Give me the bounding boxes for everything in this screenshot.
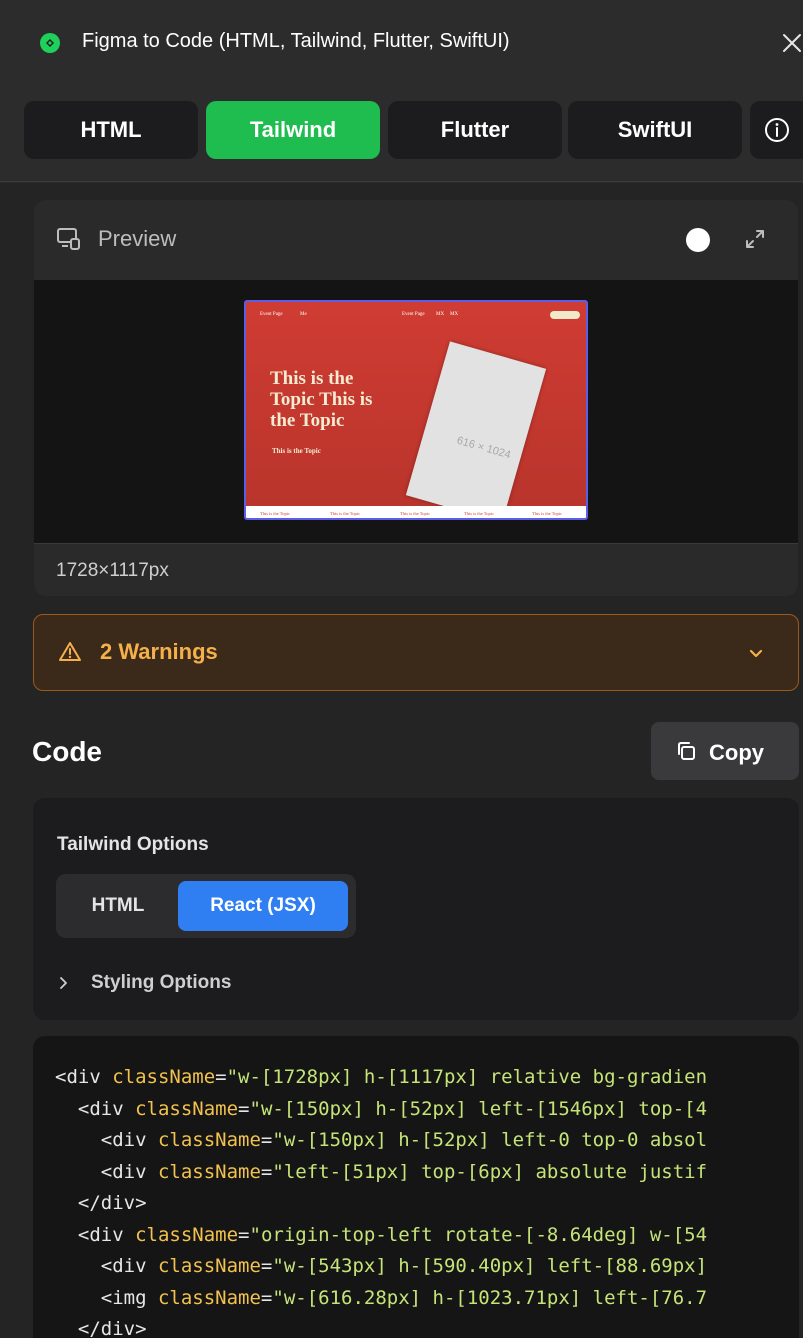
code-line: <div className="w-[150px] h-[52px] left-… (100, 1129, 708, 1151)
copy-icon (678, 742, 695, 760)
code-line: </div> (77, 1192, 147, 1214)
code-line: </div> (77, 1318, 147, 1338)
copy-button-label: Copy (709, 740, 764, 765)
preview-dimensions: 1728×1117px (56, 560, 169, 581)
figma-to-code-logo-icon (40, 33, 60, 53)
thumb-cta-pill (550, 311, 580, 319)
background-toggle[interactable] (686, 228, 710, 252)
thumb-heading: This is the Topic This is the Topic (270, 368, 373, 431)
info-icon (765, 118, 789, 142)
thumb-footer-link: This is the Topic (464, 511, 494, 516)
code-line: <img className="w-[616.28px] h-[1023.71p… (100, 1286, 708, 1309)
code-line: <div className="w-[1728px] h-[1117px] re… (55, 1066, 708, 1088)
tailwind-options-card: Tailwind Options HTML React (JSX) Stylin… (33, 798, 799, 1020)
preview-footer: 1728×1117px (34, 543, 798, 596)
warnings-label: 2 Warnings (100, 639, 218, 664)
code-line: <div className="w-[150px] h-[52px] left-… (77, 1097, 708, 1120)
tab-flutter[interactable]: Flutter (388, 101, 562, 159)
styling-options-toggle[interactable]: Styling Options (57, 970, 231, 996)
close-icon[interactable] (777, 26, 803, 60)
thumb-nav-item: MX (436, 312, 445, 317)
code-line: <div className="left-[51px] top-[6px] ab… (100, 1160, 708, 1183)
tab-html[interactable]: HTML (24, 101, 198, 159)
thumb-subheading: This is the Topic (272, 447, 321, 455)
thumb-nav-item: MX (450, 312, 459, 317)
code-line: <div className="w-[543px] h-[590.40px] l… (100, 1255, 708, 1277)
thumb-footer-link: This is the Topic (260, 511, 290, 516)
copy-button[interactable]: Copy (651, 722, 799, 780)
tab-tailwind[interactable]: Tailwind (206, 101, 380, 159)
chevron-down-icon (749, 649, 763, 658)
thumb-nav-item: Event Page (260, 312, 283, 317)
mode-react-jsx-button[interactable]: React (JSX) (178, 881, 348, 931)
window-title: Figma to Code (HTML, Tailwind, Flutter, … (82, 30, 510, 52)
frame-thumbnail: Event Page Me Event Page MX MX This is t… (244, 300, 588, 520)
mode-html-button[interactable]: HTML (64, 882, 172, 930)
code-block[interactable]: <div className="w-[1728px] h-[1117px] re… (33, 1036, 799, 1338)
preview-device-icon (57, 228, 80, 250)
code-section-title: Code (32, 736, 102, 767)
expand-icon[interactable] (742, 226, 768, 252)
thumb-nav-item: Event Page (402, 312, 425, 317)
thumb-footer-link: This is the Topic (330, 511, 360, 516)
warnings-accordion[interactable]: 2 Warnings (33, 614, 799, 691)
info-button[interactable] (750, 101, 803, 159)
thumb-nav-item: Me (300, 312, 307, 317)
preview-header: Preview (34, 200, 798, 280)
title-bar: Figma to Code (HTML, Tailwind, Flutter, … (0, 0, 803, 86)
styling-options-label: Styling Options (91, 972, 232, 993)
thumb-image-placeholder (405, 341, 547, 518)
tailwind-options-title: Tailwind Options (57, 834, 209, 855)
code-line: <div className="origin-top-left rotate-[… (77, 1223, 708, 1246)
thumb-footer-link: This is the Topic (400, 511, 430, 516)
output-mode-segmented-control: HTML React (JSX) (56, 874, 356, 938)
tab-swiftui[interactable]: SwiftUI (568, 101, 742, 159)
preview-label: Preview (98, 226, 177, 251)
warning-triangle-icon (59, 642, 81, 661)
chevron-right-icon (60, 977, 67, 989)
thumb-footer-link: This is the Topic (532, 511, 562, 516)
